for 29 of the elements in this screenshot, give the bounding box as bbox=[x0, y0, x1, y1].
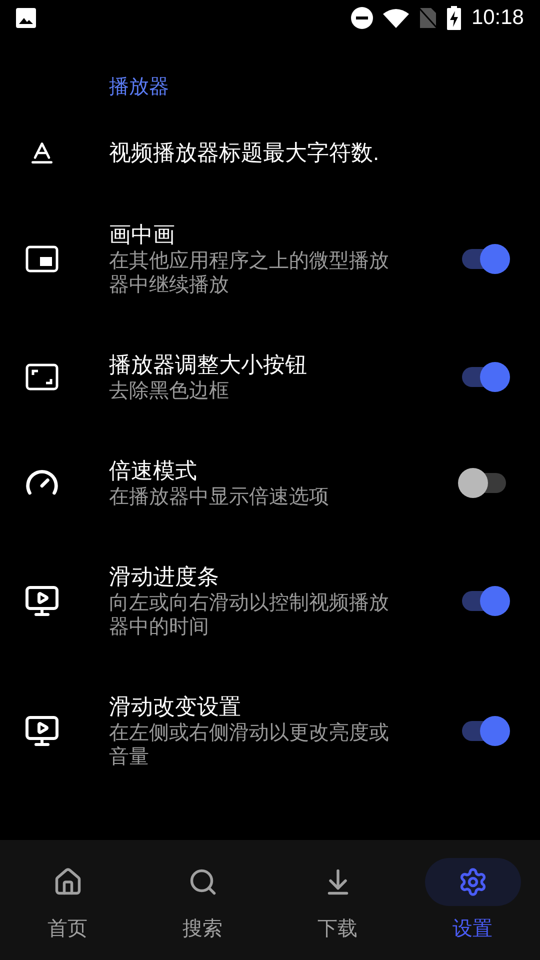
section-title: 播放器 bbox=[109, 76, 169, 98]
wifi-icon bbox=[383, 8, 410, 28]
setting-description: 去除黑色边框 bbox=[109, 379, 230, 403]
home-icon bbox=[52, 867, 82, 897]
resize-icon bbox=[25, 363, 59, 391]
setting-title: 滑动改变设置 bbox=[109, 693, 242, 721]
setting-title: 视频播放器标题最大字符数. bbox=[109, 139, 380, 167]
setting-description: 在其他应用程序之上的微型播放器中继续播放 bbox=[109, 249, 390, 297]
setting-title: 滑动进度条 bbox=[109, 563, 220, 591]
setting-title: 倍速模式 bbox=[109, 457, 198, 485]
setting-description: 在播放器中显示倍速选项 bbox=[109, 485, 330, 509]
setting-description: 在左侧或右侧滑动以更改亮度或音量 bbox=[109, 721, 390, 769]
status-time: 10:18 bbox=[471, 5, 524, 32]
monitor-play-icon bbox=[24, 713, 60, 749]
setting-description: 向左或向右滑动以控制视频播放器中的时间 bbox=[109, 591, 390, 639]
settings-icon bbox=[458, 867, 488, 897]
nav-tab[interactable]: 搜索 bbox=[135, 840, 270, 960]
setting-title: 画中画 bbox=[109, 221, 176, 249]
monitor-play-icon bbox=[24, 583, 60, 619]
no-sim-icon bbox=[419, 7, 438, 29]
search-icon bbox=[188, 867, 218, 897]
setting-title: 播放器调整大小按钮 bbox=[109, 351, 308, 379]
nav-tab[interactable]: 首页 bbox=[0, 840, 135, 960]
nav-tab[interactable]: 下载 bbox=[270, 840, 405, 960]
do-not-disturb-icon bbox=[351, 7, 374, 29]
nav-tab[interactable]: 设置 bbox=[405, 840, 540, 960]
picture-in-picture-icon bbox=[25, 245, 59, 273]
battery-charging-icon bbox=[447, 6, 462, 30]
image-icon bbox=[16, 8, 36, 28]
